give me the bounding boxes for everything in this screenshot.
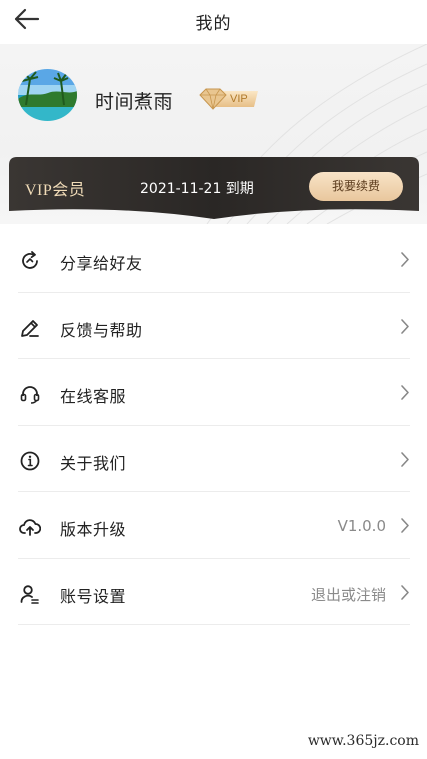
beach-landscape-avatar — [18, 69, 77, 121]
chevron-right-icon — [401, 518, 409, 533]
headset-icon — [20, 386, 40, 404]
menu-item-label: 分享给好友 — [60, 254, 143, 273]
vip-badge-label: VIP — [230, 93, 248, 105]
menu-item-account-settings[interactable]: 账号设置 退出或注销 — [18, 559, 410, 625]
menu-item-customer-service[interactable]: 在线客服 — [18, 359, 410, 426]
menu-item-label: 账号设置 — [60, 586, 127, 606]
vip-expiry-date: 2021-11-21 到期 — [140, 181, 254, 197]
menu-item-about-us[interactable]: 关于我们 — [18, 426, 410, 492]
username: 时间煮雨 — [95, 91, 174, 113]
menu-item-feedback[interactable]: 反馈与帮助 — [18, 293, 410, 359]
chevron-right-icon — [401, 451, 409, 467]
avatar[interactable] — [18, 69, 77, 121]
chevron-right-icon — [401, 584, 409, 600]
chevron-right-icon — [401, 252, 409, 267]
cloud-upload-icon — [19, 519, 41, 536]
renew-button[interactable]: 我要续费 — [309, 172, 403, 201]
menu-item-version-upgrade[interactable]: 版本升级 V1.0.0 — [18, 492, 410, 559]
pencil-icon — [21, 319, 39, 337]
watermark: www.365jz.com — [307, 733, 419, 749]
share-icon — [22, 251, 38, 269]
logout-or-delete-link[interactable]: 退出或注销 — [311, 584, 386, 605]
menu-item-label: 版本升级 — [60, 520, 127, 539]
menu-item-label: 关于我们 — [60, 453, 127, 473]
vip-member-label: VIP会员 — [25, 182, 86, 199]
page-title: 我的 — [195, 14, 232, 34]
top-bar: 我的 — [0, 0, 427, 44]
chevron-right-icon — [401, 385, 409, 400]
chevron-right-icon — [401, 318, 409, 334]
info-icon — [20, 451, 40, 470]
menu-item-label: 在线客服 — [60, 387, 127, 406]
menu-item-label: 反馈与帮助 — [60, 320, 143, 340]
settings-menu: 分享给好友 反馈与帮助 在线客服 关于我们 版本升级 V1.0.0 账号设置 退… — [18, 226, 410, 625]
user-settings-icon — [20, 584, 39, 604]
menu-item-share[interactable]: 分享给好友 — [18, 226, 410, 293]
vip-diamond-badge — [199, 88, 258, 110]
version-number: V1.0.0 — [337, 517, 386, 535]
